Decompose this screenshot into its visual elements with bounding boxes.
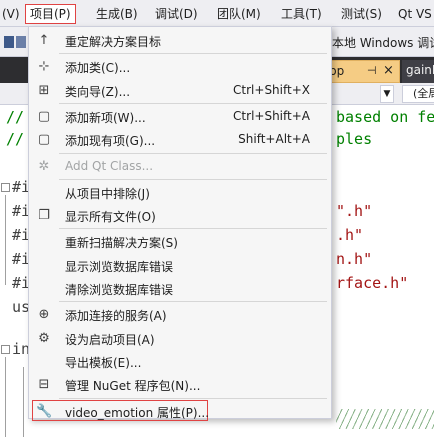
add-class-icon: ⊹	[38, 59, 50, 75]
menu-build[interactable]: 生成(B)	[96, 4, 138, 24]
nuget-package-icon: ⊟	[38, 377, 50, 393]
menu-separator	[59, 102, 327, 104]
menu-bar: (V) 项目(P) 生成(B) 调试(D) 团队(M) 工具(T) 测试(S) …	[0, 0, 434, 27]
code-line: ples	[336, 130, 373, 148]
menu-separator	[59, 397, 327, 399]
add-new-item-icon: ▢	[37, 108, 51, 124]
menu-item-label: 管理 NuGet 程序包(N)...	[65, 379, 201, 394]
code-line: .h"	[336, 226, 364, 244]
menu-item-8: ✲ Add Qt Class...	[30, 155, 330, 178]
menu-separator	[59, 152, 327, 154]
pin-icon[interactable]: ⊣	[367, 64, 377, 77]
wrench-icon: 🔧	[36, 403, 53, 419]
menu-separator	[59, 301, 327, 303]
menu-separator	[59, 178, 327, 180]
save-icon[interactable]	[4, 36, 14, 48]
debug-target-label[interactable]: 本地 Windows 调试	[332, 34, 434, 51]
class-wizard-icon: ⊞	[38, 82, 50, 98]
add-existing-item-icon: ▢	[37, 132, 51, 148]
fold-toggle-icon[interactable]	[1, 345, 10, 354]
menu-team[interactable]: 团队(M)	[217, 4, 261, 24]
gutter-text: //	[6, 130, 25, 148]
arrow-up-icon: ↑	[38, 33, 50, 48]
set-startup-gear-icon: ⚙	[38, 330, 50, 346]
menu-item-label: video_emotion 属性(P)...	[65, 405, 210, 420]
show-all-files-icon: ❐	[38, 208, 50, 224]
save-all-icon[interactable]	[16, 36, 26, 48]
chevron-down-icon: ▼	[383, 89, 391, 99]
menu-item-label: 添加类(C)...	[65, 61, 131, 76]
menu-item-13[interactable]: 重新扫描解决方案(S)	[30, 230, 330, 253]
menu-item-11[interactable]: ❐ 显示所有文件(O)	[30, 204, 330, 227]
menu-item-label: 从项目中排除(J)	[65, 186, 150, 201]
menu-item-19[interactable]: 导出模板(E)...	[30, 350, 330, 373]
menu-item-label: 添加连接的服务(A)	[65, 309, 167, 324]
menu-item-label: 添加现有项(G)...	[65, 134, 156, 149]
menu-item-2[interactable]: ⊹ 添加类(C)...	[30, 55, 330, 78]
menu-item-shortcut: Shift+Alt+A	[238, 132, 310, 147]
menu-separator	[59, 53, 327, 55]
menu-debug[interactable]: 调试(D)	[155, 4, 198, 24]
code-line: ".h"	[336, 202, 373, 220]
menu-item-label: 添加新项(W)...	[65, 110, 146, 125]
menu-item-label: 显示浏览数据库错误	[65, 259, 174, 274]
member-dropdown[interactable]: ▼	[380, 85, 394, 103]
scope-label: (全局	[413, 87, 434, 100]
menu-item-6[interactable]: ▢ 添加现有项(G)... Shift+Alt+A	[30, 128, 330, 151]
menu-item-label: 设为启动项目(A)	[65, 332, 155, 347]
fold-guide	[5, 195, 6, 285]
menu-item-label: 重新扫描解决方案(S)	[65, 236, 178, 251]
tab-gainl[interactable]: gainL	[402, 60, 434, 83]
comment-divider-line	[336, 409, 434, 429]
menu-item-0[interactable]: ↑ 重定解决方案目标	[30, 29, 330, 52]
fold-guide	[5, 357, 6, 437]
menu-qt-vs[interactable]: Qt VS	[398, 4, 432, 24]
fold-toggle-icon[interactable]	[1, 183, 10, 192]
menu-item-15[interactable]: 清除浏览数据库错误	[30, 277, 330, 300]
add-connected-service-icon: ⊕	[38, 307, 50, 323]
menu-item-22[interactable]: 🔧 video_emotion 属性(P)...	[30, 399, 330, 423]
menu-item-17[interactable]: ⊕ 添加连接的服务(A)	[30, 303, 330, 326]
menu-view[interactable]: (V)	[2, 4, 20, 24]
menu-item-3[interactable]: ⊞ 类向导(Z)... Ctrl+Shift+X	[30, 79, 330, 102]
menu-item-14[interactable]: 显示浏览数据库错误	[30, 254, 330, 277]
menu-tools[interactable]: 工具(T)	[281, 4, 322, 24]
code-line: rface.h"	[336, 274, 409, 292]
scope-dropdown[interactable]: (全局	[402, 85, 434, 103]
menu-item-label: 显示所有文件(O)	[65, 210, 156, 225]
menu-test[interactable]: 测试(S)	[341, 4, 382, 24]
menu-item-label: 导出模板(E)...	[65, 355, 142, 370]
menu-item-label: Add Qt Class...	[65, 158, 154, 173]
menu-item-shortcut: Ctrl+Shift+X	[233, 82, 310, 97]
qt-class-icon: ✲	[38, 158, 50, 174]
code-line: n.h"	[336, 250, 373, 268]
tab-active-document[interactable]: pp ⊣ ×	[320, 60, 400, 83]
menu-separator	[59, 228, 327, 230]
project-menu-dropdown: ↑ 重定解决方案目标 ⊹ 添加类(C)... ⊞ 类向导(Z)... Ctrl+Shift+…	[28, 26, 332, 421]
code-line: based on fe	[336, 108, 434, 126]
close-icon[interactable]: ×	[383, 63, 394, 78]
menu-item-label: 类向导(Z)...	[65, 84, 131, 99]
menu-item-shortcut: Ctrl+Shift+A	[233, 108, 310, 123]
menu-item-18[interactable]: ⚙ 设为启动项目(A)	[30, 327, 330, 350]
menu-item-label: 重定解决方案目标	[65, 35, 162, 49]
gutter-text: //	[6, 108, 25, 126]
menu-item-10[interactable]: 从项目中排除(J)	[30, 181, 330, 204]
menu-project[interactable]: 项目(P)	[25, 4, 76, 24]
menu-item-label: 清除浏览数据库错误	[65, 283, 174, 297]
menu-item-5[interactable]: ▢ 添加新项(W)... Ctrl+Shift+A	[30, 105, 330, 128]
menu-item-20[interactable]: ⊟ 管理 NuGet 程序包(N)...	[30, 373, 330, 396]
fold-guide	[23, 367, 24, 437]
tab-gainl-label: gainL	[406, 63, 434, 77]
